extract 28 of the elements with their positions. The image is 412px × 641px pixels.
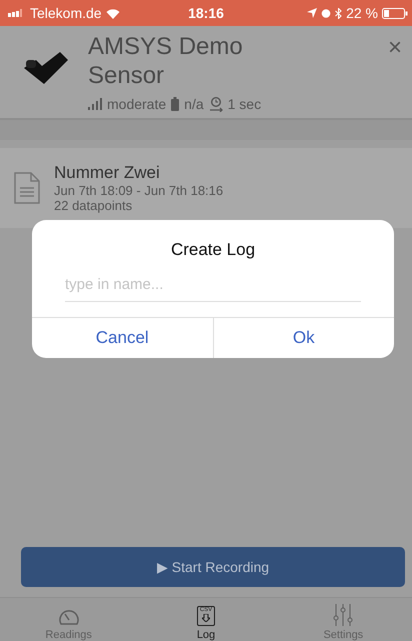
interval-label: 1 sec [228,96,262,112]
log-name: Nummer Zwei [54,163,161,183]
close-button[interactable]: × [388,36,402,60]
log-time-range: Jun 7th 18:09 - Jun 7th 18:16 [54,183,224,198]
wifi-icon [106,8,120,18]
signal-icon [88,98,102,110]
ok-button[interactable]: Ok [212,318,394,358]
battery-label: n/a [184,96,204,112]
start-recording-button[interactable]: ▶ Start Recording [21,547,405,587]
gauge-icon [58,608,80,626]
log-datapoints: 22 datapoints [54,198,134,213]
battery-icon [382,8,408,18]
sensor-name: AMSYS Demo Sensor [88,32,244,90]
log-item[interactable]: Nummer Zwei Jun 7th 18:09 - Jun 7th 18:16 22 datapoints [0,148,412,228]
signal-label: moderate [107,96,166,112]
cancel-button[interactable]: Cancel [32,318,212,358]
download-icon [202,614,210,622]
bluetooth-icon [335,8,342,18]
battery-icon [171,97,180,111]
location-icon [307,8,318,18]
carrier-name: Telekom.de [30,5,102,21]
document-icon [14,172,40,204]
sensor-icon [22,50,68,86]
battery-percent: 22 % [346,5,378,21]
dialog-title: Create Log [170,240,256,260]
clock-time: 18:16 [188,5,224,21]
sliders-icon [332,604,354,626]
clock-icon [208,96,223,112]
